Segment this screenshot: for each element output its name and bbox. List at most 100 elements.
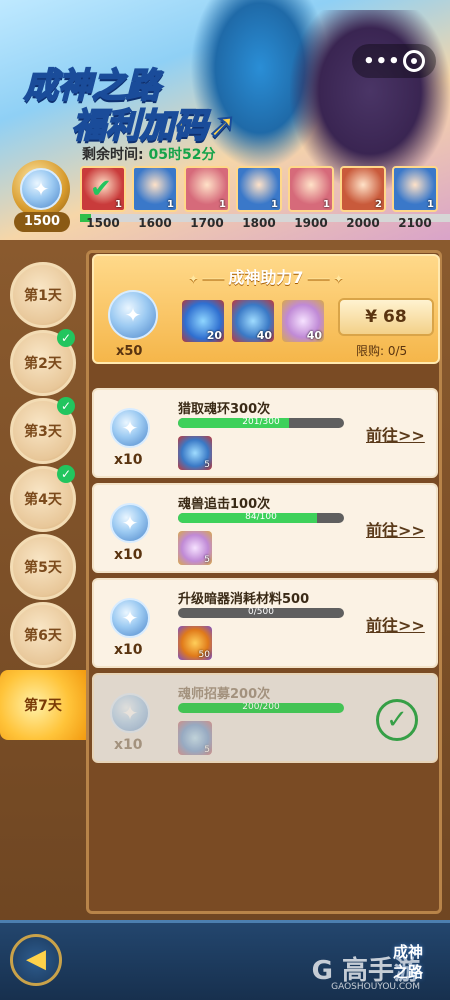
- day-tab-6[interactable]: 第6天: [10, 602, 76, 668]
- star-coin-icon: [110, 408, 150, 448]
- milestone-reward[interactable]: 1: [392, 166, 438, 212]
- day-label: 第1天: [24, 288, 62, 304]
- go-button[interactable]: 前往>>: [366, 517, 425, 541]
- banner-title-part1: 福利: [71, 105, 141, 147]
- current-points: 1500: [14, 212, 70, 232]
- item-count: 20: [206, 329, 222, 342]
- hero-figure-dark: [290, 10, 450, 190]
- milestone-points: 1700: [190, 216, 224, 230]
- milestone-reward[interactable]: 1: [132, 166, 178, 212]
- milestone-count: 1: [219, 199, 226, 210]
- current-points-badge: 1500: [6, 150, 78, 232]
- task-title: 猎取魂环300次: [178, 402, 271, 417]
- milestone-reward[interactable]: 1: [236, 166, 282, 212]
- day-label: 第5天: [24, 560, 62, 576]
- corner-label-2: 之路: [392, 963, 423, 981]
- buy-button[interactable]: ¥ 68: [338, 298, 434, 336]
- task-coin-count: x10: [114, 642, 143, 658]
- day-label: 第3天: [24, 424, 62, 440]
- task-coin-count: x10: [114, 547, 143, 563]
- milestone-points: 1500: [86, 216, 120, 230]
- limit-value: 0/5: [387, 344, 408, 358]
- milestone-points: 1900: [294, 216, 328, 230]
- milestone-reward[interactable]: 1: [288, 166, 334, 212]
- event-corner-icon[interactable]: 成神 之路: [376, 936, 440, 992]
- item-count: 5: [204, 460, 210, 470]
- completed-check-icon: ✓: [57, 397, 75, 415]
- task-progress-text: 84/100: [245, 512, 277, 522]
- go-button[interactable]: 前往>>: [366, 612, 425, 636]
- task-progress-text: 201/300: [242, 417, 280, 427]
- close-target-icon[interactable]: [402, 50, 425, 72]
- back-arrow-icon: ◀: [26, 944, 46, 974]
- soul-ring-icon[interactable]: 5: [178, 436, 212, 470]
- back-button[interactable]: ◀: [10, 934, 62, 986]
- potion-icon[interactable]: 5: [178, 531, 212, 565]
- milestone-count: 1: [115, 199, 122, 210]
- potion-icon[interactable]: 40: [282, 300, 324, 342]
- day-tab-7[interactable]: 第7天: [0, 670, 86, 740]
- day-tab-5[interactable]: 第5天: [10, 534, 76, 600]
- claimed-check-icon: ✔: [90, 174, 112, 204]
- more-dots-icon[interactable]: •••: [363, 51, 401, 72]
- task-title: 魂师招募200次: [178, 687, 271, 702]
- star-coin-icon: [110, 598, 150, 638]
- day-tab-4[interactable]: 第4天 ✓: [10, 465, 76, 532]
- completed-check-icon: ✓: [57, 465, 75, 483]
- limit-label: 限购:: [356, 344, 385, 358]
- task-title: 升级暗器消耗材料500: [178, 592, 310, 607]
- task-progress-text: 0/500: [248, 607, 274, 617]
- milestone-count: 2: [375, 199, 382, 210]
- mini-program-capsule[interactable]: •••: [352, 44, 436, 78]
- milestone-reward[interactable]: 1: [184, 166, 230, 212]
- milestone-reward[interactable]: 2: [340, 166, 386, 212]
- sparkle-right-icon: ─── ✦: [303, 272, 344, 286]
- star-coin-icon: [108, 290, 158, 340]
- milestone-count: 1: [323, 199, 330, 210]
- milestone-points: 2000: [346, 216, 380, 230]
- milestone-count: 1: [271, 199, 278, 210]
- banner-title-part2: 加码: [139, 105, 209, 147]
- sparkle-left-icon: ✦ ───: [188, 272, 229, 286]
- soul-ring-icon[interactable]: 40: [232, 300, 274, 342]
- event-timer: 剩余时间: 05时52分: [82, 144, 215, 164]
- star-coin-icon: [110, 503, 150, 543]
- item-count: 5: [204, 745, 210, 755]
- timer-value: 05时52分: [148, 147, 216, 163]
- gift-pack-card: ✦ ─── 成神助力7 ─── ✦ x50 20 40 40 ¥ 68 限购: 0/…: [92, 254, 440, 364]
- milestone-count: 1: [427, 199, 434, 210]
- milestone-points: 1600: [138, 216, 172, 230]
- task-progress-text: 200/200: [242, 702, 280, 712]
- item-count: 5: [204, 555, 210, 565]
- item-count: 50: [198, 650, 210, 660]
- arrow-up-icon: ➚: [207, 105, 237, 147]
- milestone-reward[interactable]: ✔ 1: [80, 166, 126, 212]
- day-tab-3[interactable]: 第3天 ✓: [10, 397, 76, 464]
- orange-gem-icon[interactable]: 50: [178, 626, 212, 660]
- day-tab-2[interactable]: 第2天 ✓: [10, 329, 76, 396]
- day-label: 第6天: [24, 628, 62, 644]
- milestone-count: 1: [167, 199, 174, 210]
- completed-check-icon: ✓: [57, 329, 75, 347]
- item-count: 40: [256, 329, 272, 342]
- star-coin-icon: [110, 693, 150, 733]
- task-row: x10 升级暗器消耗材料5000/500 50 前往>>: [92, 578, 438, 668]
- soul-ring-icon[interactable]: 5: [178, 721, 212, 755]
- item-count: 40: [306, 329, 322, 342]
- day-label: 第2天: [24, 356, 62, 372]
- task-coin-count: x10: [114, 737, 143, 753]
- task-row: x10 猎取魂环300次201/300 5 前往>>: [92, 388, 438, 478]
- task-coin-count: x10: [114, 452, 143, 468]
- day-label: 第7天: [24, 698, 62, 714]
- timer-label: 剩余时间:: [82, 147, 144, 163]
- blue-crystal-icon[interactable]: 20: [182, 300, 224, 342]
- milestone-points: 2100: [398, 216, 432, 230]
- star-coin-icon: [20, 168, 62, 210]
- medal-frame: [12, 160, 70, 218]
- task-row: x10 魂师招募200次200/200 5 ✓: [92, 673, 438, 763]
- day-tab-1[interactable]: 第1天: [10, 262, 76, 328]
- go-button[interactable]: 前往>>: [366, 422, 425, 446]
- banner-title-line2: 福利加码➚: [71, 98, 237, 147]
- milestone-points: 1800: [242, 216, 276, 230]
- pack-title-text: 成神助力7: [228, 268, 304, 287]
